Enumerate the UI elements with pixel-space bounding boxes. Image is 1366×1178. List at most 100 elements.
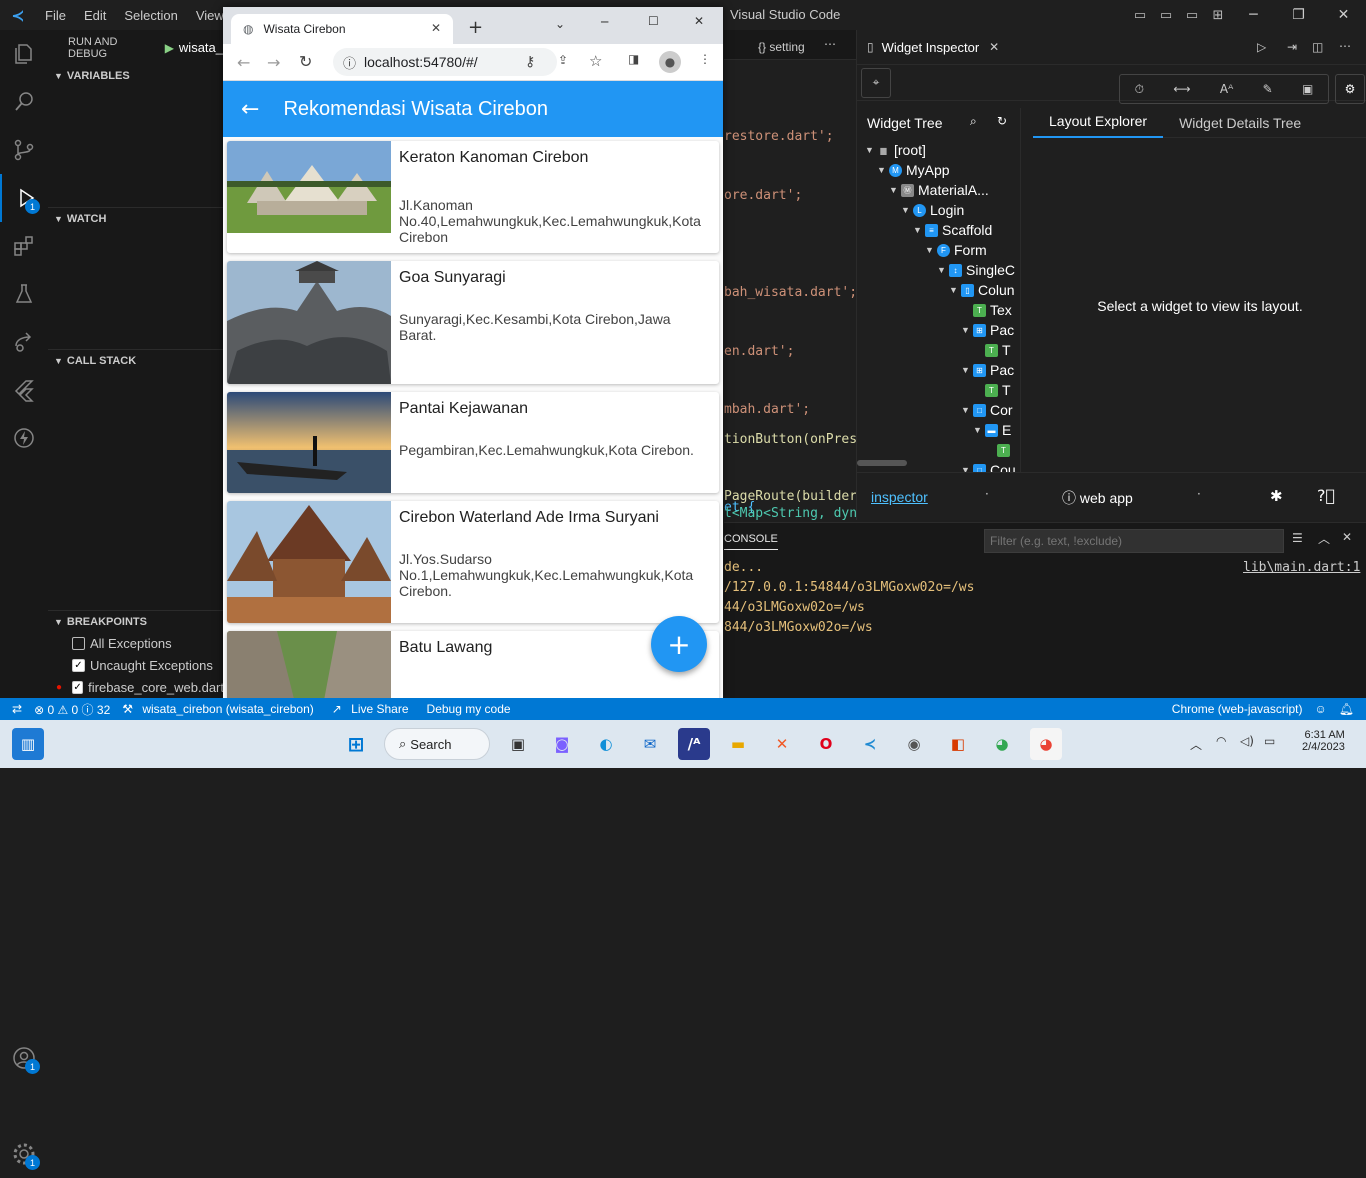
call-stack-section[interactable]: ▼ CALL STACK — [48, 349, 224, 371]
browser-tab[interactable]: ◍ Wisata Cirebon ✕ — [231, 14, 453, 44]
flutter-icon[interactable] — [0, 366, 48, 414]
forward-icon[interactable]: → — [267, 53, 280, 72]
clock[interactable]: 6:31 AM 2/4/2023 — [1302, 729, 1345, 753]
watch-section[interactable]: ▼ WATCH — [48, 207, 224, 229]
list-item[interactable]: Cirebon Waterland Ade Irma Suryani Jl.Yo… — [227, 501, 719, 623]
office-icon[interactable]: ◧ — [942, 728, 974, 760]
inspector-link[interactable]: inspector — [871, 489, 928, 505]
site-info-icon[interactable]: ⓘ — [343, 53, 356, 72]
source-control-icon[interactable] — [0, 126, 48, 174]
account-icon[interactable]: 1 — [0, 1034, 48, 1082]
chevron-down-icon[interactable]: ▼ — [889, 185, 901, 195]
layout-icon[interactable]: ⊞ — [1208, 7, 1228, 23]
close-panel-icon[interactable]: ✕ — [1342, 530, 1352, 544]
chevron-down-icon[interactable]: ▼ — [961, 405, 973, 415]
maximize-icon[interactable]: ☐ — [648, 14, 659, 28]
baselines-icon[interactable]: Aᴬ — [1220, 82, 1233, 96]
close-tab-icon[interactable]: ✕ — [989, 40, 999, 54]
volume-icon[interactable]: ◁) — [1240, 734, 1254, 748]
camera-icon[interactable]: ◉ — [898, 728, 930, 760]
performance-icon[interactable]: ⏱ — [1135, 82, 1144, 97]
menu-edit[interactable]: Edit — [75, 8, 115, 23]
search-icon[interactable]: ⌕ — [970, 114, 977, 129]
chevron-down-icon[interactable]: ▼ — [937, 265, 949, 275]
tree-node[interactable]: ▼ ▯ Colun — [857, 280, 1020, 300]
remote-explorer-icon[interactable] — [0, 318, 48, 366]
tree-node[interactable]: ▼ ≡ Scaffold — [857, 220, 1020, 240]
back-arrow-icon[interactable]: ← — [241, 97, 259, 122]
share-icon[interactable]: ⇪ — [558, 53, 568, 67]
debug-config-select[interactable]: wisata_ — [179, 40, 223, 55]
tree-node[interactable]: T Tex — [857, 300, 1020, 320]
more-actions-icon[interactable]: ⋯ — [824, 37, 836, 51]
maximize-panel-icon[interactable]: ︿ — [1318, 530, 1330, 547]
file-explorer-icon[interactable]: ▬ — [722, 728, 754, 760]
menu-file[interactable]: File — [36, 8, 75, 23]
feedback-icon[interactable]: ☺ — [1315, 702, 1327, 716]
key-icon[interactable]: ⚷ — [525, 53, 535, 70]
close-button[interactable]: ✕ — [1321, 7, 1366, 23]
tree-node[interactable]: ▼ ▆ [root] — [857, 140, 1020, 160]
lightning-icon[interactable] — [0, 414, 48, 462]
refresh-icon[interactable]: ↻ — [997, 114, 1007, 128]
variables-section[interactable]: ▼ VARIABLES — [48, 65, 223, 87]
tab-settings[interactable]: {} setting — [758, 40, 805, 54]
checkbox[interactable]: ✓ — [72, 658, 85, 672]
close-window-icon[interactable]: ✕ — [694, 14, 704, 28]
code-editor[interactable]: {} setting ⋯ restore.dart'; ore.dart'; b… — [724, 30, 865, 521]
chevron-down-icon[interactable]: ▼ — [913, 225, 925, 235]
restore-button[interactable]: ❐ — [1276, 7, 1321, 23]
more-icon[interactable]: ⋯ — [1339, 39, 1351, 53]
tree-node[interactable]: ▼ ↕ SingleC — [857, 260, 1020, 280]
taskbar-search[interactable]: ⌕ Search — [384, 728, 490, 760]
start-debug-icon[interactable]: ▶ — [165, 41, 174, 55]
mail-icon[interactable]: ✉ — [634, 728, 666, 760]
chevron-down-icon[interactable]: ▼ — [973, 425, 985, 435]
reload-icon[interactable]: ↻ — [299, 52, 312, 71]
breakpoint-uncaught[interactable]: ✓ Uncaught Exceptions — [48, 654, 224, 676]
inspector-tab-title[interactable]: Widget Inspector — [882, 40, 980, 55]
tab-layout-explorer[interactable]: Layout Explorer — [1033, 108, 1164, 138]
tree-node[interactable]: ▼ □ Cor — [857, 400, 1020, 420]
widgets-icon[interactable]: ▥ — [12, 728, 44, 760]
tree-node[interactable]: TT — [857, 340, 1020, 360]
chevron-down-icon[interactable]: ▼ — [949, 285, 961, 295]
tab-console[interactable]: CONSOLE — [724, 533, 778, 550]
live-share-status[interactable]: ↗ Live Share — [332, 702, 415, 716]
tree-node[interactable]: T — [857, 440, 1020, 460]
chevron-down-icon[interactable]: ▼ — [877, 165, 889, 175]
extensions-icon[interactable] — [0, 222, 48, 270]
editor-app-icon[interactable]: /ᴬ — [678, 728, 710, 760]
testing-icon[interactable] — [0, 270, 48, 318]
tree-node[interactable]: ▼ L Login — [857, 200, 1020, 220]
teams-icon[interactable]: ◙ — [546, 728, 578, 760]
toggle-sidebar-icon[interactable]: ▭ — [1130, 7, 1150, 23]
opera-icon[interactable]: O — [810, 728, 842, 760]
tab-widget-details-tree[interactable]: Widget Details Tree — [1163, 115, 1317, 131]
notifications-icon[interactable]: 🔔︎ — [1339, 702, 1354, 716]
wifi-icon[interactable]: ◠ — [1216, 734, 1226, 748]
tree-node[interactable]: ▼ ▬ E — [857, 420, 1020, 440]
profile-avatar[interactable]: ● — [659, 51, 681, 73]
repaint-icon[interactable]: ✎ — [1263, 82, 1273, 96]
chevron-down-icon[interactable]: ▼ — [961, 325, 973, 335]
tab-search-icon[interactable]: ⌄ — [555, 17, 565, 31]
chrome-active-icon[interactable]: ◕ — [1030, 728, 1062, 760]
minimize-icon[interactable]: ─ — [601, 15, 608, 29]
manage-gear-icon[interactable]: 1 — [0, 1130, 48, 1178]
chrome-icon[interactable]: ◕ — [986, 728, 1018, 760]
add-fab-button[interactable]: + — [651, 616, 707, 672]
bug-icon[interactable]: ✱ — [1270, 487, 1283, 505]
list-item[interactable]: Goa Sunyaragi Sunyaragi,Kec.Kesambi,Kota… — [227, 261, 719, 384]
settings-gear-icon[interactable]: ⚙ — [1335, 74, 1365, 104]
source-link[interactable]: lib\main.dart:1 — [1243, 560, 1360, 575]
select-widget-icon[interactable]: ⌖ — [861, 67, 891, 98]
tree-node[interactable]: ▼ Ⓜ MaterialA... — [857, 180, 1020, 200]
battery-icon[interactable]: ▭ — [1264, 734, 1275, 748]
debug-mode-status[interactable]: Debug my code — [427, 702, 511, 716]
tree-node[interactable]: ▼ ⊞ Pac — [857, 320, 1020, 340]
minimize-button[interactable]: ─ — [1231, 7, 1276, 23]
list-item[interactable]: Pantai Kejawanan Pegambiran,Kec.Lemahwun… — [227, 392, 719, 493]
menu-selection[interactable]: Selection — [115, 8, 186, 23]
list-item[interactable]: Keraton Kanoman Cirebon Jl.Kanoman No.40… — [227, 141, 719, 253]
